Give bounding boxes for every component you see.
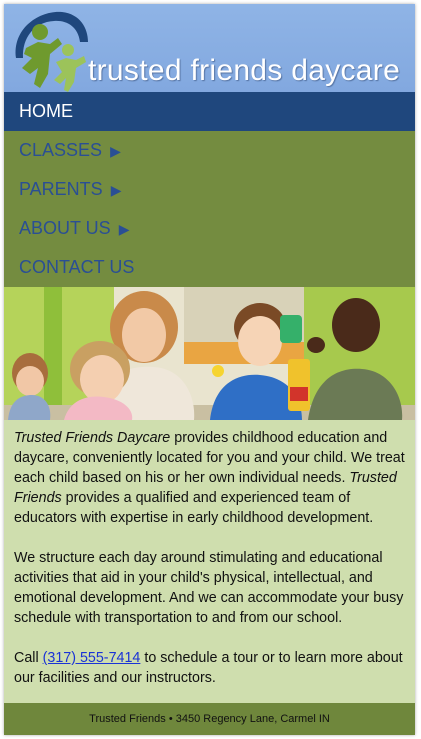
nav-item-about-us[interactable]: ABOUT US ▶ <box>4 209 415 248</box>
family-figures-logo[interactable] <box>10 8 90 92</box>
submenu-arrow-icon: ▶ <box>118 221 130 237</box>
submenu-arrow-icon: ▶ <box>110 143 121 159</box>
nav-item-label: HOME <box>19 101 73 121</box>
nav-item-label: CONTACT US <box>19 257 135 277</box>
nav-item-parents[interactable]: PARENTS ▶ <box>4 170 415 209</box>
nav-item-home[interactable]: HOME <box>4 92 415 131</box>
intro-paragraph: Trusted Friends Daycare provides childho… <box>14 428 405 528</box>
nav-item-label: ABOUT US <box>19 218 111 238</box>
submenu-arrow-icon: ▶ <box>110 182 122 198</box>
contact-text: Call <box>14 650 43 666</box>
brand-name: Trusted Friends Daycare <box>14 430 171 446</box>
main-nav: HOME CLASSES ▶ PARENTS ▶ ABOUT US ▶ CONT… <box>4 92 415 287</box>
page-frame: trusted friends daycare HOME CLASSES ▶ P… <box>4 4 415 735</box>
hero-photo <box>4 287 415 420</box>
intro-text: provides a qualified and experienced tea… <box>14 490 374 526</box>
site-footer: Trusted Friends • 3450 Regency Lane, Car… <box>4 703 415 735</box>
nav-item-classes[interactable]: CLASSES ▶ <box>4 131 415 170</box>
site-header: trusted friends daycare <box>4 4 415 92</box>
nav-item-contact-us[interactable]: CONTACT US <box>4 248 415 287</box>
schedule-paragraph: We structure each day around stimulating… <box>14 550 404 626</box>
nav-item-label: PARENTS <box>19 179 103 199</box>
phone-link[interactable]: (317) 555-7414 <box>43 650 141 666</box>
contact-paragraph: Call (317) 555-7414 to schedule a tour o… <box>14 648 405 688</box>
site-title[interactable]: trusted friends daycare <box>88 54 400 88</box>
main-content: Trusted Friends Daycare provides childho… <box>4 420 415 688</box>
nav-item-label: CLASSES <box>19 140 103 160</box>
